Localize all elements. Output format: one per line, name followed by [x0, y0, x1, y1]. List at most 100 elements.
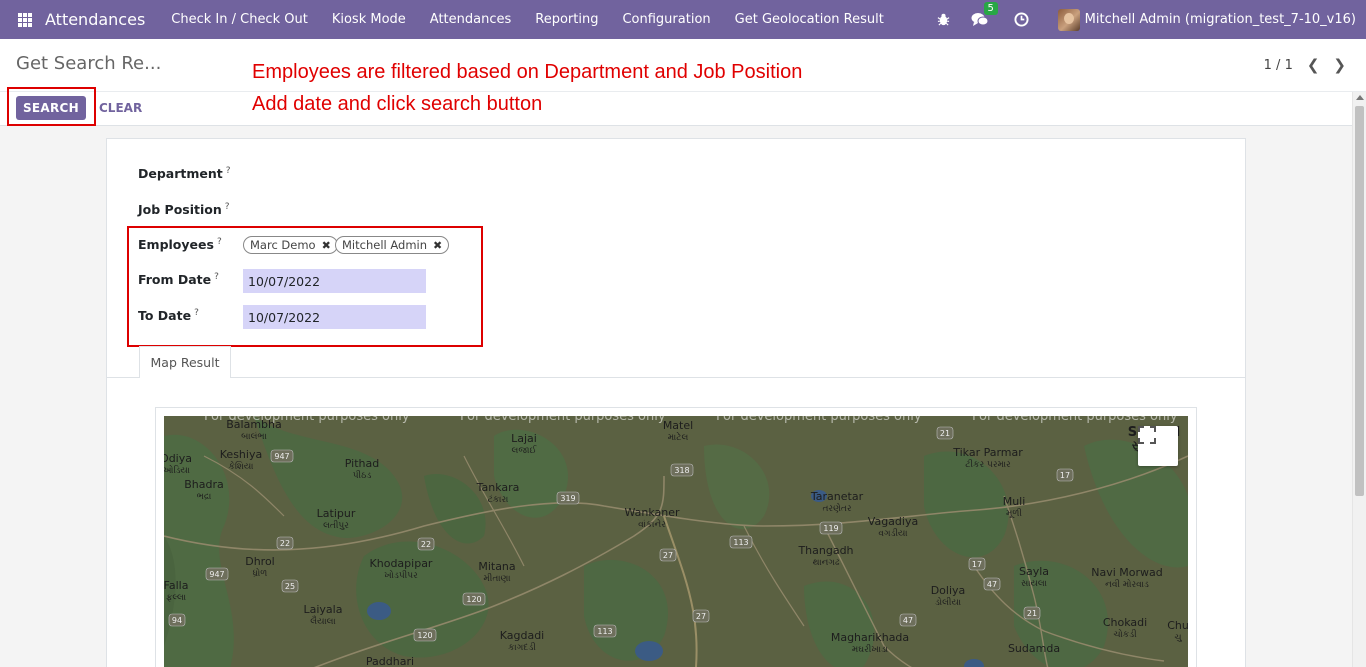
road-shield-27: 27: [692, 609, 710, 623]
road-number: 947: [209, 570, 224, 579]
road-shield-21: 21: [936, 426, 954, 440]
tab-map-result[interactable]: Map Result: [139, 346, 231, 378]
place-dhrol: Dhrolધ્રોળ: [245, 555, 275, 579]
road-number: 113: [733, 538, 748, 547]
svg-text:Navi Morwad: Navi Morwad: [1091, 566, 1163, 579]
road-number: 47: [987, 580, 997, 589]
svg-text:કેશિયા: કેશિયા: [229, 460, 254, 472]
svg-text:Keshiya: Keshiya: [220, 448, 262, 461]
svg-text:Vagadiya: Vagadiya: [868, 515, 918, 528]
department-label: Department?: [138, 166, 231, 182]
svg-text:વાંકાનેર: વાંકાનેર: [638, 518, 666, 530]
scroll-up-arrow-icon[interactable]: [1356, 95, 1364, 100]
menu-configuration[interactable]: Configuration: [610, 0, 722, 39]
road-shield-21: 21: [1023, 606, 1041, 620]
menu-check-in-out[interactable]: Check In / Check Out: [159, 0, 320, 39]
place-falla: Fallaફલ્લા: [164, 579, 188, 603]
svg-text:ફલ્લા: ફલ્લા: [166, 593, 186, 603]
road-shield-22: 22: [417, 537, 435, 551]
road-shield-25: 25: [281, 579, 299, 593]
place-odiya: Odiyaઓડિયા: [164, 452, 192, 476]
place-thangadh: Thangadhથાનગઢ: [797, 544, 853, 568]
place-paddhari: Paddhari: [366, 655, 414, 667]
svg-text:ડોલીયા: ડોલીયા: [935, 596, 961, 608]
svg-text:વગડીયા: વગડીયા: [878, 528, 907, 539]
svg-text:Lajai: Lajai: [511, 432, 537, 445]
page-scrollbar[interactable]: [1352, 92, 1366, 667]
pager-next-icon[interactable]: ❯: [1333, 56, 1346, 74]
road-number: 17: [972, 560, 982, 569]
svg-text:Sudamda: Sudamda: [1008, 642, 1060, 655]
svg-text:Muli: Muli: [1003, 495, 1026, 508]
svg-text:તરણેતર: તરણેતર: [822, 502, 851, 514]
svg-text:ચુ: ચુ: [1174, 633, 1182, 643]
road-shield-119: 119: [819, 521, 843, 535]
road-shield-120: 120: [413, 628, 437, 642]
road-number: 318: [674, 466, 689, 475]
map[interactable]: 947 22 22 947 25 94 319 120 113 318 27 2…: [164, 416, 1188, 667]
svg-text:ખોડપીપર: ખોડપીપર: [384, 569, 418, 581]
fullscreen-icon: [1138, 426, 1156, 444]
menu-reporting[interactable]: Reporting: [523, 0, 610, 39]
place-mitana: Mitanaમીતાણા: [478, 560, 515, 584]
svg-text:Laiyala: Laiyala: [304, 603, 343, 616]
fullscreen-button[interactable]: [1138, 426, 1178, 466]
svg-text:Mitana: Mitana: [478, 560, 515, 573]
svg-text:Sayla: Sayla: [1019, 565, 1049, 578]
svg-text:Tikar Parmar: Tikar Parmar: [952, 446, 1023, 459]
road-number: 17: [1060, 471, 1070, 480]
road-number: 21: [940, 429, 950, 438]
app-name[interactable]: Attendances: [45, 10, 145, 29]
svg-text:Matel: Matel: [663, 419, 693, 432]
svg-text:ધ્રોળ: ધ્રોળ: [253, 567, 268, 579]
help-icon[interactable]: ?: [225, 202, 230, 212]
road-number: 22: [421, 540, 431, 549]
svg-text:Dhrol: Dhrol: [245, 555, 275, 568]
activity-clock-icon[interactable]: [1012, 10, 1032, 30]
pager-value[interactable]: 1 / 1: [1264, 58, 1293, 73]
svg-text:Khodapipar: Khodapipar: [370, 557, 433, 570]
svg-text:લજાઈ: લજાઈ: [512, 445, 538, 456]
place-lajai: Lajaiલજાઈ: [511, 432, 537, 456]
svg-text:Pithad: Pithad: [345, 457, 379, 470]
svg-text:Odiya: Odiya: [164, 452, 192, 465]
menu-get-geolocation-result[interactable]: Get Geolocation Result: [723, 0, 896, 39]
user-menu[interactable]: Mitchell Admin (migration_test_7-10_v16): [1085, 12, 1356, 27]
svg-text:Bhadra: Bhadra: [184, 478, 224, 491]
road-shield-120: 120: [462, 592, 486, 606]
map-watermark: For development purposes only: [204, 416, 410, 424]
place-taranetar: Taranetarતરણેતર: [810, 490, 864, 514]
svg-text:મૂળી: મૂળી: [1006, 508, 1022, 519]
menu-kiosk-mode[interactable]: Kiosk Mode: [320, 0, 418, 39]
bug-icon[interactable]: [934, 10, 954, 30]
pager: 1 / 1 ❮ ❯: [1264, 56, 1346, 74]
annotation-line-2: Add date and click search button: [252, 93, 543, 115]
map-canvas: 947 22 22 947 25 94 319 120 113 318 27 2…: [164, 416, 1188, 667]
place-muli: Muliમૂળી: [1003, 495, 1026, 519]
map-container: 947 22 22 947 25 94 319 120 113 318 27 2…: [155, 407, 1197, 667]
svg-text:માટેલ: માટેલ: [668, 431, 689, 443]
road-number: 27: [696, 612, 706, 621]
pager-previous-icon[interactable]: ❮: [1307, 56, 1320, 74]
scrollbar-thumb[interactable]: [1355, 106, 1364, 496]
help-icon[interactable]: ?: [226, 166, 231, 176]
road-number: 22: [280, 539, 290, 548]
road-number: 319: [560, 494, 575, 503]
road-shield-47: 47: [899, 613, 917, 627]
road-shield-113: 113: [593, 624, 617, 638]
menu-attendances[interactable]: Attendances: [418, 0, 523, 39]
place-chokadi: Chokadiચોકડી: [1103, 616, 1147, 640]
clear-button[interactable]: CLEAR: [99, 101, 142, 115]
svg-text:Latipur: Latipur: [317, 507, 356, 520]
top-navbar: Attendances Check In / Check Out Kiosk M…: [0, 0, 1366, 39]
user-avatar[interactable]: [1057, 8, 1080, 31]
svg-text:ઓડિયા: ઓડિયા: [164, 464, 190, 476]
road-number: 47: [903, 616, 913, 625]
place-vagadiya: Vagadiyaવગડીયા: [868, 515, 918, 539]
svg-text:પીઠડ: પીઠડ: [353, 470, 372, 481]
app-menu-icon[interactable]: [18, 12, 32, 27]
place-chu: Chuચુ: [1167, 619, 1188, 643]
messages-icon[interactable]: 5: [970, 1, 998, 30]
place-doliya: Doliyaડોલીયા: [931, 584, 966, 608]
svg-text:ટીકર પરમાર: ટીકર પરમાર: [965, 459, 1011, 470]
